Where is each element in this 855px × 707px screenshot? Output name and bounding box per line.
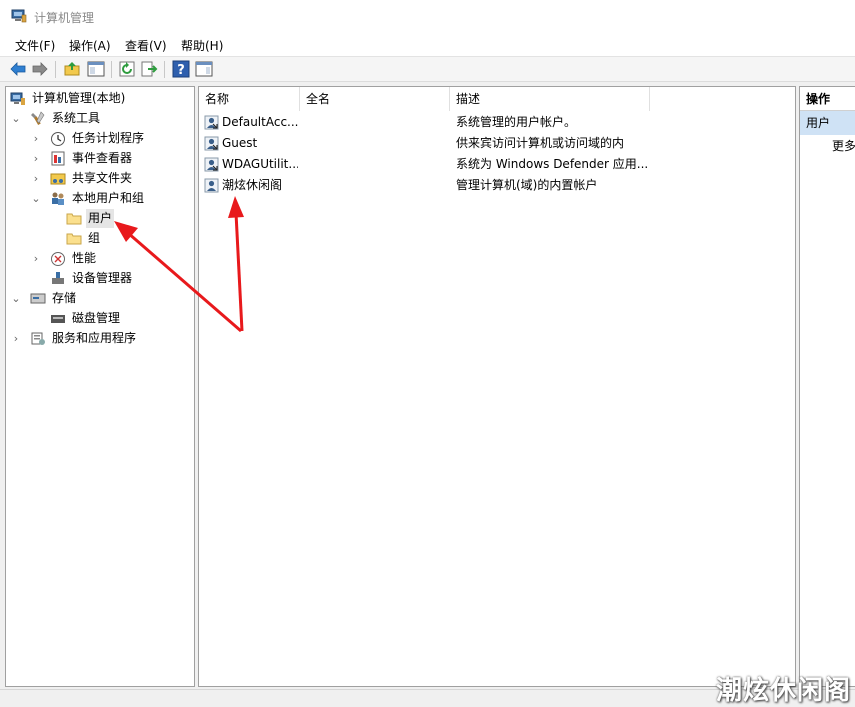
services-icon <box>31 332 45 345</box>
column-header-description[interactable]: 描述 <box>450 87 650 111</box>
actions-section-users[interactable]: 用户 <box>800 111 855 135</box>
table-row[interactable]: WDAGUtilit... 系统为 Windows Defender 应用... <box>199 154 795 175</box>
console-tree: 计算机管理(本地) ⌄ 系统工具 › 任务计划程序 › 事件查看器 › 共享文件… <box>5 86 195 687</box>
forward-arrow-icon[interactable] <box>31 60 49 78</box>
device-manager-icon <box>52 272 64 284</box>
shared-folder-icon <box>50 173 66 185</box>
up-folder-icon[interactable] <box>63 60 81 78</box>
actions-pane: 操作 用户 更多 <box>799 86 855 687</box>
performance-icon <box>51 252 65 266</box>
chevron-right-icon[interactable]: › <box>30 129 42 148</box>
toolbar-separator <box>164 61 165 78</box>
back-arrow-icon[interactable] <box>9 60 27 78</box>
user-name: WDAGUtilit... <box>222 157 298 171</box>
toolbar-separator <box>111 61 112 78</box>
computer-management-icon <box>11 9 27 23</box>
users-group-icon <box>52 192 64 205</box>
user-name: Guest <box>222 136 258 150</box>
storage-icon <box>30 293 46 304</box>
toolbar-separator <box>55 61 56 78</box>
users-list-view: 名称 全名 描述 DefaultAcc... 系统管理的用户帐户。 Guest … <box>198 86 796 687</box>
user-description: 系统管理的用户帐户。 <box>456 115 577 129</box>
title-bar: 计算机管理 <box>0 0 855 34</box>
table-row[interactable]: Guest 供来宾访问计算机或访问域的内 <box>199 133 795 154</box>
chevron-right-icon[interactable]: › <box>30 249 42 268</box>
user-name: DefaultAcc... <box>222 115 298 129</box>
show-action-pane-icon[interactable] <box>195 60 213 78</box>
chevron-right-icon[interactable]: › <box>30 149 42 168</box>
tools-icon <box>31 111 45 125</box>
chevron-down-icon[interactable]: ⌄ <box>10 109 22 128</box>
show-hide-tree-icon[interactable] <box>87 60 105 78</box>
table-row[interactable]: DefaultAcc... 系统管理的用户帐户。 <box>199 112 795 133</box>
user-icon <box>204 157 219 172</box>
folder-icon <box>66 213 82 225</box>
refresh-icon[interactable] <box>118 60 136 78</box>
clock-icon <box>51 132 65 146</box>
chevron-right-icon[interactable]: › <box>10 329 22 348</box>
help-icon[interactable]: ? <box>172 60 190 78</box>
column-header-name[interactable]: 名称 <box>199 87 300 111</box>
event-viewer-icon <box>51 151 65 166</box>
user-description: 系统为 Windows Defender 应用... <box>456 157 649 171</box>
menu-help[interactable]: 帮助(H) <box>181 37 223 54</box>
user-icon <box>204 178 219 193</box>
actions-title: 操作 <box>800 87 855 111</box>
table-row[interactable]: 潮炫休闲阁 管理计算机(域)的内置帐户 <box>199 175 795 196</box>
toolbar: ? <box>0 56 855 82</box>
column-header-fullname[interactable]: 全名 <box>300 87 450 111</box>
chevron-right-icon[interactable]: › <box>30 169 42 188</box>
menu-bar: 文件(F) 操作(A) 查看(V) 帮助(H) <box>0 34 855 56</box>
menu-view[interactable]: 查看(V) <box>125 37 167 54</box>
user-name: 潮炫休闲阁 <box>222 178 283 192</box>
user-description: 供来宾访问计算机或访问域的内 <box>456 136 625 150</box>
chevron-down-icon[interactable]: ⌄ <box>30 189 42 208</box>
svg-text:?: ? <box>177 63 185 78</box>
folder-icon <box>66 233 82 245</box>
more-actions-link[interactable]: 更多 <box>832 137 855 155</box>
user-icon <box>204 115 219 130</box>
watermark: 潮炫休闲阁 <box>716 676 852 706</box>
user-icon <box>204 136 219 151</box>
user-description: 管理计算机(域)的内置帐户 <box>456 178 598 192</box>
menu-file[interactable]: 文件(F) <box>15 37 55 54</box>
export-list-icon[interactable] <box>140 60 158 78</box>
menu-action[interactable]: 操作(A) <box>69 37 111 54</box>
disk-icon <box>51 315 65 323</box>
chevron-down-icon[interactable]: ⌄ <box>10 289 22 308</box>
window-title: 计算机管理 <box>34 11 95 25</box>
computer-management-icon <box>10 92 25 105</box>
